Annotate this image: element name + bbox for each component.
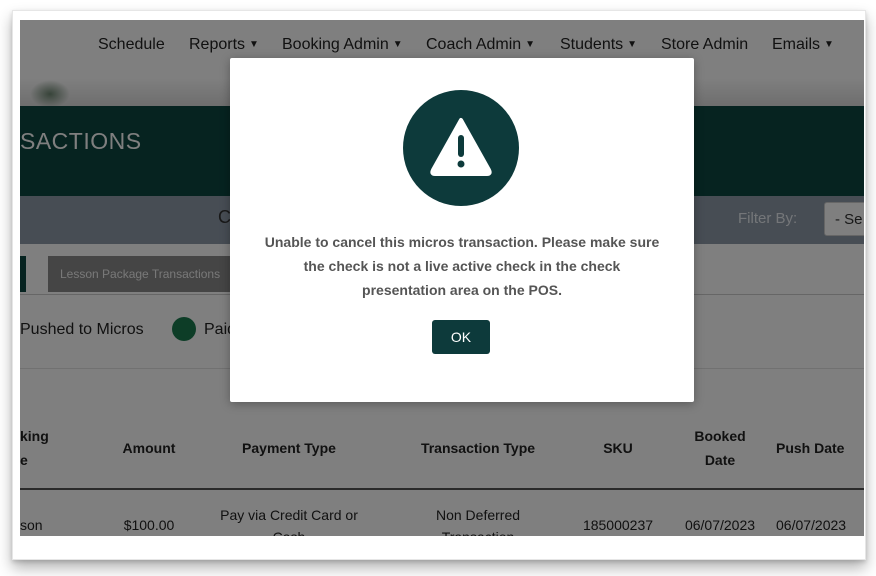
alert-modal: Unable to cancel this micros transaction…	[230, 58, 694, 402]
ok-button[interactable]: OK	[432, 320, 490, 354]
page: Schedule Reports▼ Booking Admin▼ Coach A…	[20, 20, 864, 536]
warning-icon	[403, 90, 519, 206]
modal-message: Unable to cancel this micros transaction…	[264, 234, 660, 298]
